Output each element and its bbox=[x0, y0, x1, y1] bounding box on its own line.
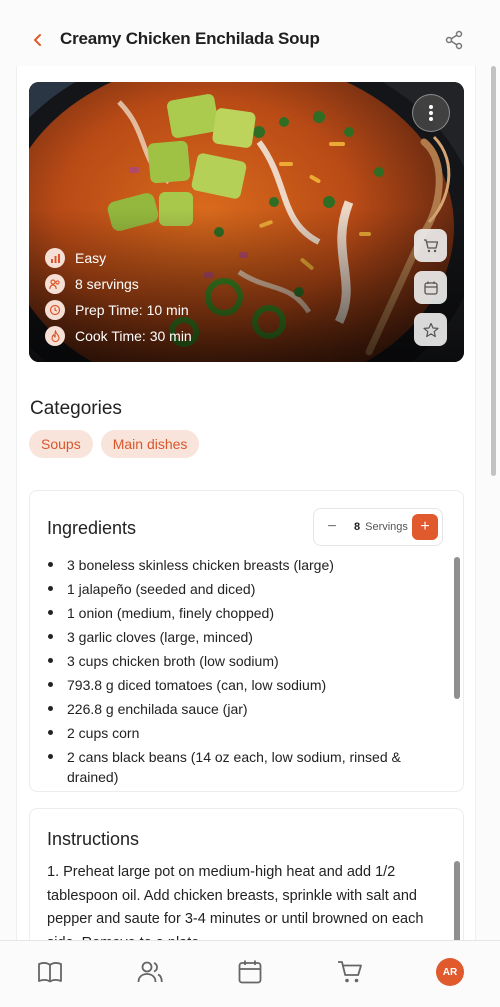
more-options-button[interactable] bbox=[412, 94, 450, 132]
ingredient-item: 3 cups chicken broth (low sodium) bbox=[47, 651, 447, 671]
instructions-title: Instructions bbox=[47, 829, 140, 849]
servings-stepper: − 8 Servings + bbox=[313, 508, 443, 546]
instructions-text: 1. Preheat large pot on medium-high heat… bbox=[47, 864, 424, 940]
cook-time-text: Cook Time: 30 min bbox=[75, 328, 192, 344]
calendar-icon bbox=[238, 960, 262, 984]
more-vertical-icon bbox=[429, 105, 433, 121]
page-scrollbar[interactable] bbox=[491, 66, 496, 476]
add-to-cart-button[interactable] bbox=[414, 229, 447, 262]
categories-title: Categories bbox=[30, 398, 122, 419]
servings-value: 8 bbox=[354, 521, 361, 533]
category-chip-soups[interactable]: Soups bbox=[29, 430, 93, 458]
chevron-left-icon bbox=[34, 34, 41, 46]
ingredient-item: 793.8 g diced tomatoes (can, low sodium) bbox=[47, 675, 447, 695]
star-icon bbox=[422, 322, 439, 337]
recipe-hero-image: Easy 8 servings Prep Time: 10 min Cook T… bbox=[29, 82, 464, 362]
difficulty-row: Easy bbox=[45, 245, 192, 271]
nav-recipes[interactable] bbox=[35, 957, 65, 987]
ingredient-item: 226.8 g enchilada sauce (jar) bbox=[47, 699, 447, 719]
calendar-icon bbox=[423, 281, 438, 295]
top-bar: Creamy Chicken Enchilada Soup bbox=[0, 0, 500, 66]
bar-chart-icon bbox=[45, 248, 65, 268]
decrease-servings-button[interactable]: − bbox=[318, 513, 346, 541]
share-button[interactable] bbox=[442, 28, 466, 52]
increase-servings-button[interactable]: + bbox=[412, 514, 438, 540]
app: Creamy Chicken Enchilada Soup Easy 8 ser… bbox=[0, 0, 500, 1007]
ingredient-list: 3 boneless skinless chicken breasts (lar… bbox=[47, 555, 447, 791]
prep-time-text: Prep Time: 10 min bbox=[75, 302, 189, 318]
nav-community[interactable] bbox=[135, 957, 165, 987]
prep-time-row: Prep Time: 10 min bbox=[45, 297, 192, 323]
user-avatar[interactable]: AR bbox=[436, 958, 464, 986]
people-icon bbox=[45, 274, 65, 294]
instructions-scrollbar[interactable] bbox=[454, 861, 460, 940]
page-title: Creamy Chicken Enchilada Soup bbox=[60, 29, 320, 48]
add-to-calendar-button[interactable] bbox=[414, 271, 447, 304]
flame-icon bbox=[45, 326, 65, 346]
category-chip-main-dishes[interactable]: Main dishes bbox=[100, 430, 200, 458]
clock-icon bbox=[45, 300, 65, 320]
bottom-nav: AR bbox=[0, 940, 500, 1007]
ingredients-card[interactable]: Ingredients − 8 Servings + 3 boneless sk… bbox=[29, 490, 464, 792]
nav-shopping-list[interactable] bbox=[335, 957, 365, 987]
cart-icon bbox=[423, 238, 438, 252]
ingredient-item: 1 onion (medium, finely chopped) bbox=[47, 603, 447, 623]
servings-row: 8 servings bbox=[45, 271, 192, 297]
cart-icon bbox=[338, 961, 362, 983]
instructions-card[interactable]: Instructions 1. Preheat large pot on med… bbox=[29, 808, 464, 940]
recipe-content[interactable]: Easy 8 servings Prep Time: 10 min Cook T… bbox=[16, 66, 476, 940]
recipe-meta: Easy 8 servings Prep Time: 10 min Cook T… bbox=[45, 245, 192, 349]
category-chips: Soups Main dishes bbox=[29, 430, 200, 458]
share-icon bbox=[445, 30, 463, 50]
favorite-button[interactable] bbox=[414, 313, 447, 346]
book-icon bbox=[38, 962, 62, 983]
nav-meal-plan[interactable] bbox=[235, 957, 265, 987]
ingredient-item: 2 cups corn bbox=[47, 723, 447, 743]
ingredients-scrollbar[interactable] bbox=[454, 557, 460, 699]
ingredient-item: 3 garlic cloves (large, minced) bbox=[47, 627, 447, 647]
back-button[interactable] bbox=[26, 28, 50, 52]
cook-time-row: Cook Time: 30 min bbox=[45, 323, 192, 349]
ingredient-item: 1 jalapeño (seeded and diced) bbox=[47, 579, 447, 599]
users-icon bbox=[137, 961, 163, 983]
ingredient-item: 3 boneless skinless chicken breasts (lar… bbox=[47, 555, 447, 575]
ingredient-item: 2 cans black beans (14 oz each, low sodi… bbox=[47, 747, 447, 787]
ingredients-title: Ingredients bbox=[47, 518, 137, 538]
difficulty-text: Easy bbox=[75, 250, 107, 266]
servings-text: 8 servings bbox=[75, 276, 139, 292]
servings-label: Servings bbox=[365, 521, 408, 533]
